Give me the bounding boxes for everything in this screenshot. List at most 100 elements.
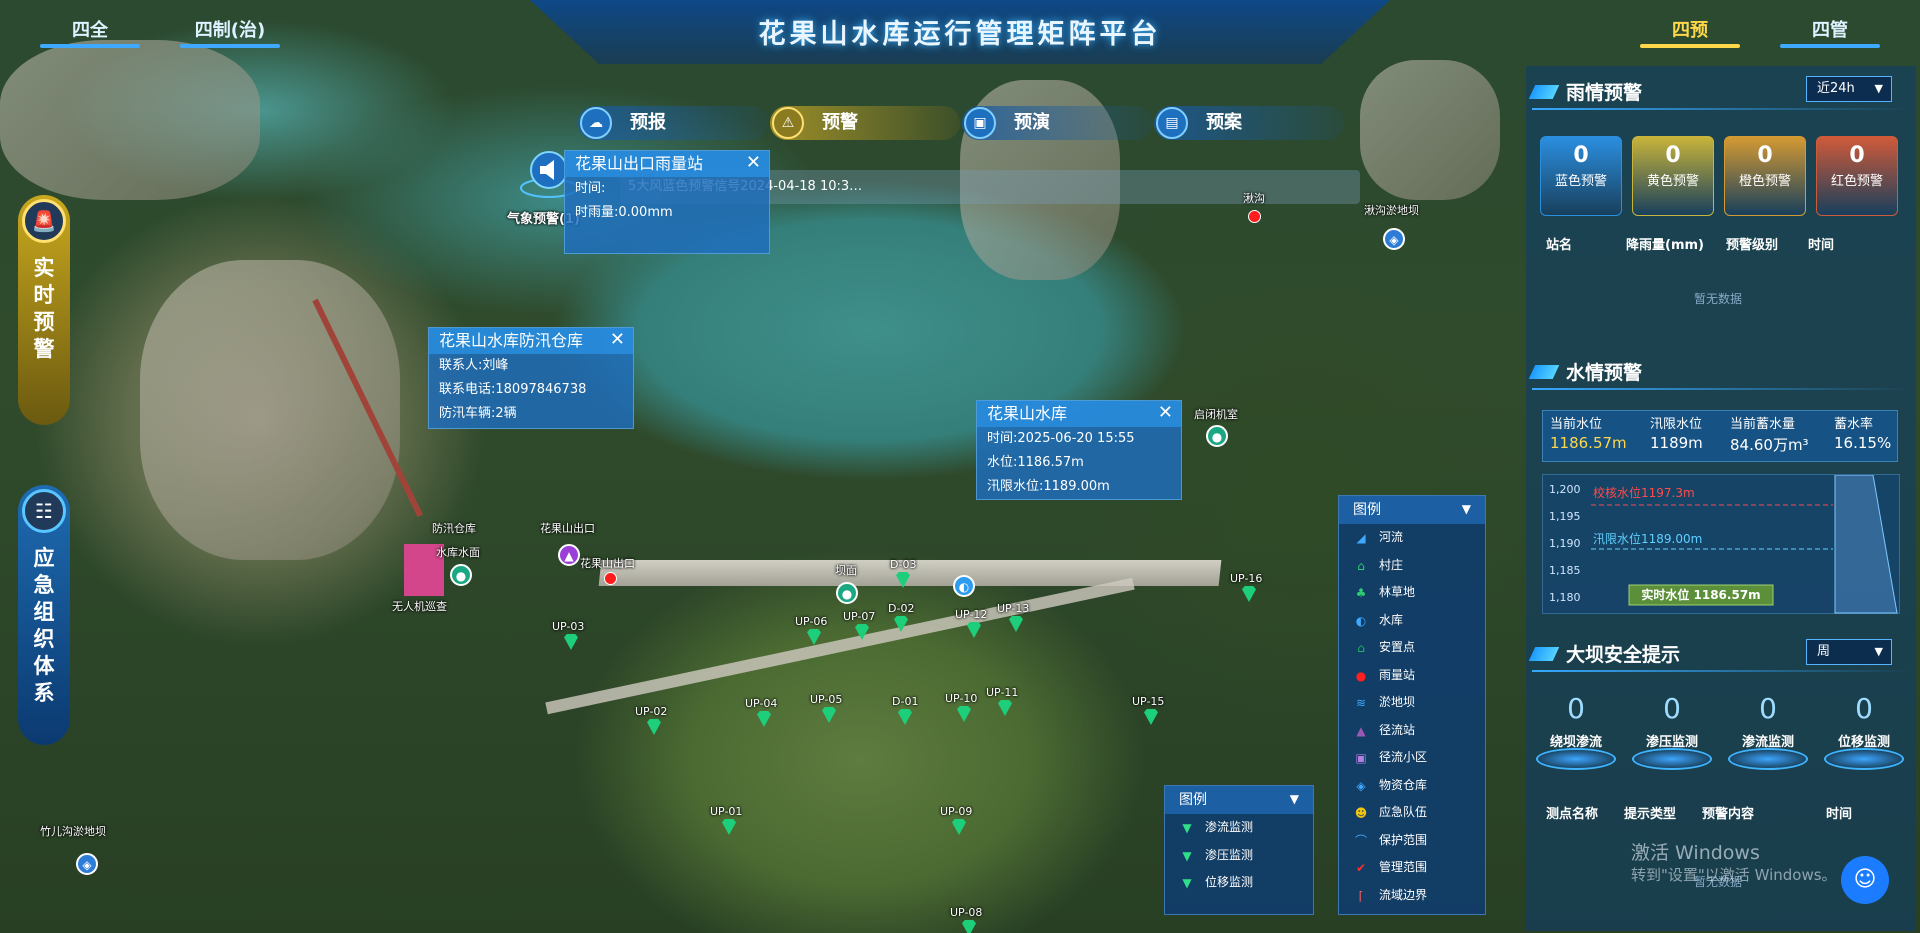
subnav-label: 预警 <box>822 112 858 133</box>
close-icon[interactable]: ✕ <box>1158 402 1173 423</box>
rain-warning-card[interactable]: 0 红色预警 <box>1816 136 1898 216</box>
divider <box>1532 388 1912 390</box>
facility-marker[interactable]: ● <box>1206 425 1228 447</box>
rain-station-marker[interactable] <box>1248 210 1261 223</box>
tab-siquan[interactable]: 四全 <box>30 14 150 48</box>
ring-base <box>1536 748 1616 770</box>
shelter-marker[interactable]: ● <box>450 564 472 586</box>
legend-item[interactable]: ⌂ 安置点 <box>1339 634 1485 662</box>
legend-item[interactable]: ⌂ 村庄 <box>1339 552 1485 580</box>
emergency-org-tab[interactable]: ☷ 应急组织体系 <box>18 485 70 745</box>
legend-item[interactable]: ▣ 径流小区 <box>1339 744 1485 772</box>
axis-ticks: 1,200 1,195 1,190 1,185 1,180 <box>1549 483 1581 604</box>
dam-face-marker[interactable]: ● <box>836 582 858 604</box>
emergency-org-label: 应急组织体系 <box>33 546 55 705</box>
dam-safety-ring[interactable]: 0 绕坝渗流 <box>1536 690 1616 770</box>
column-header: 预警级别 <box>1726 238 1779 253</box>
subnav-plan[interactable]: ▤ 预案 <box>1154 106 1344 140</box>
legend-item-label: 雨量站 <box>1379 667 1416 682</box>
realtime-warning-tab[interactable]: 🚨 实时预警 <box>18 195 70 425</box>
rain-warning-card[interactable]: 0 蓝色预警 <box>1540 136 1622 216</box>
river-icon: ◢ <box>1356 531 1366 545</box>
legend-item[interactable]: ☻ 应急队伍 <box>1339 799 1485 827</box>
legend-item[interactable]: ▼ 位移监测 <box>1165 869 1313 897</box>
close-icon[interactable]: ✕ <box>610 329 625 350</box>
subnav-warning[interactable]: ⚠ 预警 <box>770 106 960 140</box>
silt-dam-marker[interactable]: ◈ <box>76 853 98 875</box>
divider <box>1532 108 1912 110</box>
legend-item[interactable]: ≋ 淤地坝 <box>1339 689 1485 717</box>
legend-item[interactable]: ✔ 管理范围 <box>1339 854 1485 882</box>
monitor-point-label: UP-03 <box>552 620 585 633</box>
rain-station-marker[interactable] <box>604 572 617 585</box>
close-icon[interactable]: ✕ <box>746 152 761 173</box>
runoff-station-marker[interactable]: ▲ <box>558 544 580 566</box>
map-label: 无人机巡查 <box>392 600 447 613</box>
map-label: 花果山出口 <box>580 557 635 570</box>
legend-item[interactable]: ▼ 渗压监测 <box>1165 842 1313 870</box>
stat-value: 1186.57m <box>1550 434 1627 452</box>
subnav-rehearsal[interactable]: ▣ 预演 <box>962 106 1152 140</box>
chat-button[interactable]: ☺ <box>1841 856 1889 904</box>
select-value: 近24h <box>1817 81 1855 96</box>
ring-value: 0 <box>1567 692 1585 725</box>
section-icon <box>1528 365 1560 379</box>
cliff <box>1360 60 1500 200</box>
tab-sizhi[interactable]: 四制(治) <box>170 14 290 48</box>
column-header: 提示类型 <box>1624 807 1677 822</box>
rain-warning-card[interactable]: 0 黄色预警 <box>1632 136 1714 216</box>
legend-item-label: 位移监测 <box>1205 875 1254 889</box>
section-icon <box>1528 647 1560 661</box>
dam-safety-ring[interactable]: 0 位移监测 <box>1824 690 1904 770</box>
dam-safety-ring[interactable]: 0 渗流监测 <box>1728 690 1808 770</box>
cliff <box>140 260 400 560</box>
dam-safety-ring[interactable]: 0 渗压监测 <box>1632 690 1712 770</box>
axis-tick-label: 1,180 <box>1549 591 1581 604</box>
divider <box>1532 670 1912 672</box>
legend-item[interactable]: ◈ 物资仓库 <box>1339 772 1485 800</box>
monitor-point-label: UP-06 <box>795 615 828 628</box>
legend-item[interactable]: ● 雨量站 <box>1339 662 1485 690</box>
rain-warning-card[interactable]: 0 橙色预警 <box>1724 136 1806 216</box>
dam-range-select[interactable]: 周 ▼ <box>1806 639 1892 665</box>
water-stat: 当前水位 1186.57m <box>1550 413 1627 459</box>
tab-label: 四制(治) <box>194 20 266 41</box>
legend-item[interactable]: ⌈ 流域边界 <box>1339 882 1485 910</box>
card-label: 橙色预警 <box>1738 174 1791 189</box>
silt-dam-marker[interactable]: ◈ <box>1383 228 1405 250</box>
map-stage[interactable]: 花果山水库运行管理矩阵平台 四全 四制(治) 四预 四管 ☁ 预报 ⚠ 预警 ▣ 预演… <box>0 0 1920 933</box>
legend-item[interactable]: ◢ 河流 <box>1339 524 1485 552</box>
tab-underline <box>1640 44 1740 48</box>
legend-item[interactable]: ◐ 水库 <box>1339 607 1485 635</box>
alarm-icon: ⚠ <box>772 107 804 139</box>
legend-item[interactable]: ▼ 渗流监测 <box>1165 814 1313 842</box>
legend-item[interactable]: ⌒ 保护范围 <box>1339 827 1485 855</box>
popup-title: 花果山水库防汛仓库 <box>429 328 633 354</box>
plan-icon: ▤ <box>1156 107 1188 139</box>
legend-item[interactable]: ♣ 林草地 <box>1339 579 1485 607</box>
screen-icon: ▣ <box>964 107 996 139</box>
chevron-down-icon[interactable]: ▼ <box>1290 792 1299 806</box>
empty-text: 暂无数据 <box>1694 292 1743 306</box>
popup-row: 水位:1186.57m <box>987 455 1084 470</box>
tab-siguan[interactable]: 四管 <box>1770 14 1890 48</box>
chevron-down-icon[interactable]: ▼ <box>1462 502 1471 516</box>
monitor-point-label: UP-02 <box>635 705 668 718</box>
stat-label: 当前水位 <box>1550 417 1603 432</box>
rain-range-select[interactable]: 近24h ▼ <box>1806 76 1892 102</box>
ring-base <box>1728 748 1808 770</box>
ring-base <box>1824 748 1904 770</box>
card-label: 红色预警 <box>1830 174 1883 189</box>
axis-tick-label: 1,185 <box>1549 564 1581 577</box>
column-header: 测点名称 <box>1546 807 1599 822</box>
tab-siyu[interactable]: 四预 <box>1630 14 1750 48</box>
water-stat: 蓄水率 16.15% <box>1834 413 1891 459</box>
popup-row: 时间: <box>575 181 606 196</box>
section-title: 雨情预警 <box>1566 82 1643 104</box>
reservoir-marker[interactable]: ◐ <box>953 575 975 597</box>
popup-row: 时间:2025-06-20 15:55 <box>987 431 1135 446</box>
subnav-forecast[interactable]: ☁ 预报 <box>578 106 768 140</box>
legend-item[interactable]: ▲ 径流站 <box>1339 717 1485 745</box>
water-section-header: 水情预警 <box>1528 358 1912 390</box>
legend-item-label: 水库 <box>1379 612 1404 627</box>
